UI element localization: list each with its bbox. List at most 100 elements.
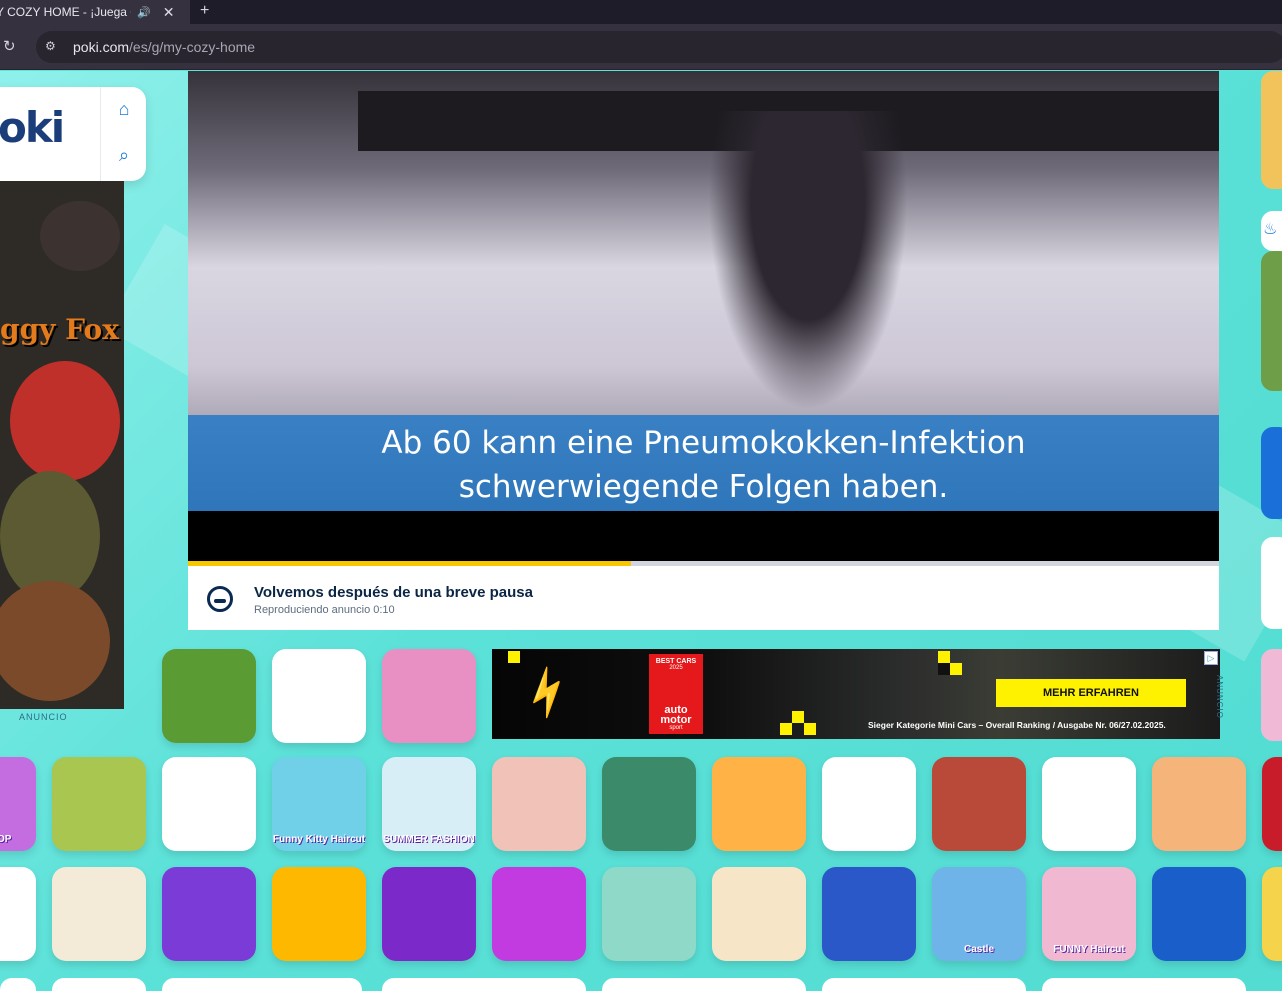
subtitle-line-1: Ab 60 kann eine Pneumokokken-Infektion xyxy=(381,425,1026,461)
video-person xyxy=(708,111,908,411)
side-game-card[interactable] xyxy=(1261,251,1282,391)
ad-decoration xyxy=(950,663,962,675)
left-skyscraper-ad[interactable]: ggy Fox xyxy=(0,181,124,709)
divider xyxy=(100,87,101,181)
url-domain: poki.com xyxy=(73,39,130,55)
game-thumb-angel-devil[interactable] xyxy=(932,757,1026,851)
game-thumb-mermaid-hair[interactable] xyxy=(602,867,696,961)
game-thumb-castle-blocks[interactable]: Castle xyxy=(932,867,1026,961)
game-thumb-cute-cats[interactable] xyxy=(712,867,806,961)
game-thumb-label: Funny Kitty Haircut xyxy=(272,834,366,845)
tab-strip: Y COZY HOME - ¡Juega Gratis 🔊 ✕ + xyxy=(0,0,1282,24)
game-thumb-pizzeria-drink[interactable] xyxy=(382,867,476,961)
ad-decoration xyxy=(938,651,950,663)
side-game-card[interactable] xyxy=(1261,427,1282,519)
side-game-card[interactable] xyxy=(1261,537,1282,629)
new-tab-button[interactable]: + xyxy=(200,0,209,24)
next-row-card[interactable] xyxy=(0,978,36,991)
home-icon[interactable]: ⌂ xyxy=(102,87,146,131)
game-thumb-label: Castle xyxy=(963,944,994,955)
next-row-card[interactable] xyxy=(52,978,146,991)
game-thumb-makeup-girl[interactable] xyxy=(492,757,586,851)
game-thumb-label: SUMMER FASHION xyxy=(383,834,475,845)
active-tab[interactable]: Y COZY HOME - ¡Juega Gratis 🔊 ✕ xyxy=(0,0,190,24)
game-thumb-car-paint[interactable] xyxy=(712,757,806,851)
badge-sub: sport xyxy=(669,725,683,731)
game-thumb-blue-makeup[interactable] xyxy=(822,867,916,961)
search-icon[interactable]: ⌕ xyxy=(102,133,146,177)
game-thumb-dino-run[interactable] xyxy=(822,757,916,851)
side-game-card[interactable] xyxy=(1261,649,1282,741)
reload-icon[interactable]: ↻ xyxy=(3,37,16,55)
next-row-card[interactable] xyxy=(382,978,586,991)
game-thumb-shark-attack[interactable] xyxy=(1152,757,1246,851)
badge-title: BEST CARS xyxy=(655,658,697,665)
ad-label: ANUNCIO xyxy=(19,712,68,722)
next-row-card[interactable] xyxy=(162,978,362,991)
game-thumb-partial-red[interactable] xyxy=(1262,757,1282,851)
subtitle-line-2: schwerwiegende Folgen haben. xyxy=(458,469,949,505)
adchoices-icon[interactable]: ▷ xyxy=(1204,651,1218,665)
game-thumb-label: TOC POP xyxy=(0,834,12,845)
game-thumb-label: FUNNY Haircut xyxy=(1053,944,1125,955)
game-thumb-funny-kitty-haircut[interactable]: Funny Kitty Haircut xyxy=(272,757,366,851)
game-thumb-scary-teacher[interactable] xyxy=(1152,867,1246,961)
pause-bar: Volvemos después de una breve pausa Repr… xyxy=(188,566,1219,630)
ad-decoration xyxy=(792,711,804,723)
game-thumb-brain-test[interactable] xyxy=(272,649,366,743)
game-thumb-kitty-pet[interactable] xyxy=(162,867,256,961)
video-subtitle: Ab 60 kann eine Pneumokokken-Infektion s… xyxy=(188,421,1219,509)
video-letterbox xyxy=(188,511,1219,561)
ad-decoration xyxy=(938,663,950,675)
game-thumb-tic-tac-toe[interactable] xyxy=(1042,757,1136,851)
game-thumb-partial-board[interactable] xyxy=(0,867,36,961)
poki-logo[interactable]: oki xyxy=(0,103,65,152)
side-game-card[interactable] xyxy=(1261,71,1282,189)
game-thumb-lemon-peel[interactable] xyxy=(162,757,256,851)
ad-art xyxy=(0,581,110,701)
pause-subtitle: Reproduciendo anuncio 0:10 xyxy=(254,604,395,616)
game-thumb-room-design[interactable] xyxy=(52,757,146,851)
banner-footnote: Sieger Kategorie Mini Cars – Overall Ran… xyxy=(868,720,1166,730)
close-tab-icon[interactable]: ✕ xyxy=(163,4,175,21)
site-info-icon[interactable]: ⚙ xyxy=(45,39,61,55)
game-thumb-partial-bu[interactable]: BU xyxy=(1262,867,1282,961)
game-thumb-harvester-farm[interactable] xyxy=(162,649,256,743)
game-thumb-funny-haircut[interactable]: FUNNY Haircut xyxy=(1042,867,1136,961)
next-row-card[interactable] xyxy=(822,978,1026,991)
game-thumb-label: BU xyxy=(1262,944,1282,955)
game-thumb-wedding-couple[interactable] xyxy=(382,649,476,743)
game-thumb-tic-tac-pop[interactable]: TOC POP xyxy=(0,757,36,851)
game-thumb-coloring-coffee[interactable] xyxy=(52,867,146,961)
pause-title: Volvemos después de una breve pausa xyxy=(254,584,533,601)
badge-year: 2025 xyxy=(669,665,683,671)
side-tab[interactable]: ♨ xyxy=(1261,211,1282,251)
banner-ad[interactable]: ⚡ BEST CARS 2025 auto motor sport MEHR E… xyxy=(492,649,1220,739)
url-text: poki.com/es/g/my-cozy-home xyxy=(73,39,255,55)
next-row-card[interactable] xyxy=(602,978,806,991)
mehr-erfahren-button[interactable]: MEHR ERFAHREN xyxy=(996,679,1186,707)
game-thumb-emoji-match[interactable] xyxy=(272,867,366,961)
browser-toolbar: ↻ ⚙ poki.com/es/g/my-cozy-home xyxy=(0,24,1282,70)
flame-icon: ♨ xyxy=(1263,221,1278,238)
speaker-icon[interactable]: 🔊 xyxy=(137,6,151,19)
tab-title: Y COZY HOME - ¡Juega Gratis xyxy=(0,5,131,19)
ad-label-vertical: ANUNCIO xyxy=(1215,675,1224,719)
logo-card: oki ⌂ ⌕ xyxy=(0,87,146,181)
ad-decoration xyxy=(508,651,520,663)
address-bar[interactable]: ⚙ poki.com/es/g/my-cozy-home xyxy=(36,31,1282,63)
ad-decoration xyxy=(780,723,792,735)
ad-game-title: ggy Fox xyxy=(0,313,119,346)
ad-art xyxy=(10,361,120,481)
game-thumb-snake-sushi[interactable] xyxy=(492,867,586,961)
award-badge: BEST CARS 2025 auto motor sport xyxy=(649,654,703,734)
next-row-card[interactable] xyxy=(1042,978,1246,991)
ad-decoration xyxy=(804,723,816,735)
game-thumb-cat-blocks[interactable] xyxy=(602,757,696,851)
lightning-logo-icon: ⚡ xyxy=(514,661,580,725)
poki-page: oki ⌂ ⌕ ggy Fox ANUNCIO Ab 60 kann eine … xyxy=(0,71,1282,991)
video-ad[interactable]: Ab 60 kann eine Pneumokokken-Infektion s… xyxy=(188,71,1219,561)
url-path: /es/g/my-cozy-home xyxy=(129,39,256,55)
game-thumb-summer-fashion[interactable]: SUMMER FASHION xyxy=(382,757,476,851)
badge-brand: auto motor xyxy=(660,704,692,726)
